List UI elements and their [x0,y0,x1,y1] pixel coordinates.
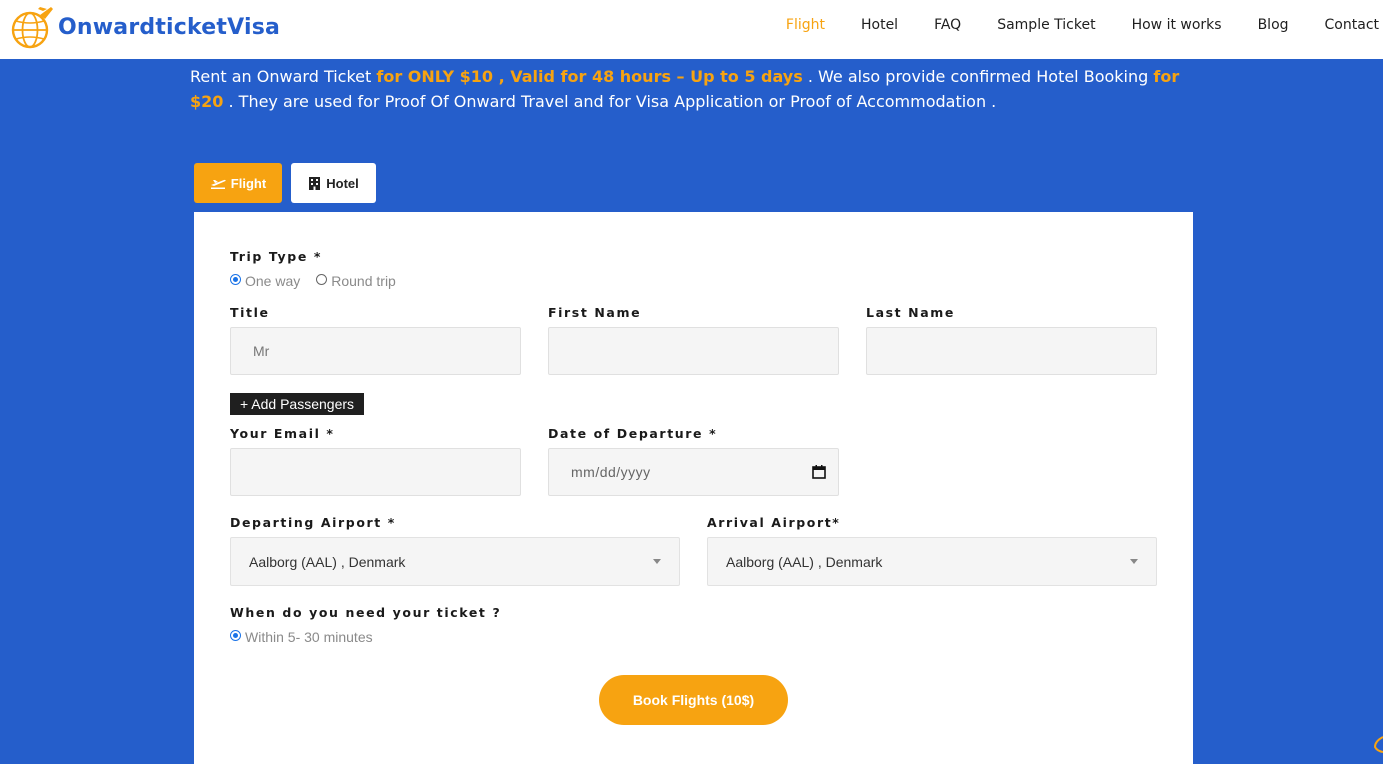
title-value: Mr [253,343,270,359]
nav-item-how-it-works[interactable]: How it works [1132,17,1222,33]
nav-item-blog[interactable]: Blog [1258,17,1289,33]
tab-hotel-label: Hotel [326,175,359,191]
nav-item-hotel[interactable]: Hotel [861,17,898,33]
tab-flight-label: Flight [230,175,267,191]
site-header: OnwardticketVisa Flight Hotel FAQ Sample… [0,0,1383,59]
intro-part: . They are used for Proof Of Onward Trav… [223,92,997,111]
departing-airport-select[interactable]: Aalborg (AAL) , Denmark [230,537,680,586]
globe-plane-logo-icon [11,7,53,49]
nav-item-sample-ticket[interactable]: Sample Ticket [997,17,1095,33]
ticket-timing-label: When do you need your ticket ? [230,605,502,620]
intro-part: . We also provide confirmed Hotel Bookin… [802,67,1154,86]
arrival-airport-label: Arrival Airport* [707,515,841,530]
add-passengers-button[interactable]: + Add Passengers [230,393,365,415]
nav-item-flight[interactable]: Flight [786,17,825,33]
logo[interactable]: OnwardticketVisa [10,5,280,49]
trip-type-options: One way Round trip [230,273,412,289]
calendar-icon[interactable] [812,465,826,479]
last-name-label: Last Name [866,305,955,320]
book-flights-button[interactable]: Book Flights (10$) [599,675,788,725]
departure-date-label: Date of Departure * [548,426,718,441]
plane-icon [210,179,226,189]
title-label: Title [230,305,270,320]
arrival-airport-value: Aalborg (AAL) , Denmark [726,553,883,570]
last-name-input[interactable] [866,327,1157,375]
nav-item-faq[interactable]: FAQ [934,17,961,33]
logo-text: OnwardticketVisa [58,14,281,40]
chevron-down-icon [653,559,661,564]
intro-part: Rent an Onward Ticket [190,67,377,86]
trip-round-trip-label[interactable]: Round trip [331,273,396,289]
tab-flight[interactable]: Flight [194,163,282,203]
trip-round-trip-radio[interactable] [316,273,328,285]
title-select[interactable]: Mr [230,327,521,375]
hotel-icon [309,176,321,190]
email-label: Your Email * [230,426,335,441]
timing-5-30-radio[interactable] [230,629,241,641]
booking-form: Trip Type * One way Round trip Title Mr … [194,212,1193,764]
arrival-airport-select[interactable]: Aalborg (AAL) , Denmark [707,537,1157,586]
nav-item-contact[interactable]: Contact [1325,17,1379,33]
intro-text: Rent an Onward Ticket for ONLY $10 , Val… [190,64,1200,114]
intro-highlight-price: for ONLY $10 , Valid for 48 hours – Up t… [376,67,803,86]
departing-airport-value: Aalborg (AAL) , Denmark [249,553,406,570]
departing-airport-label: Departing Airport * [230,515,396,530]
ticket-timing-options: Within 5- 30 minutes [230,629,389,645]
date-placeholder: mm/dd/yyyy [571,464,651,480]
chevron-down-icon [1130,559,1138,564]
main-nav: Flight Hotel FAQ Sample Ticket How it wo… [786,0,1383,49]
departure-date-input[interactable]: mm/dd/yyyy [548,448,839,496]
first-name-input[interactable] [548,327,839,375]
first-name-label: First Name [548,305,642,320]
trip-one-way-radio[interactable] [230,273,241,285]
chat-widget-icon[interactable] [1373,735,1383,753]
tab-hotel[interactable]: Hotel [291,163,376,203]
trip-one-way-label[interactable]: One way [245,273,300,289]
timing-5-30-label[interactable]: Within 5- 30 minutes [245,629,373,645]
trip-type-label: Trip Type * [230,249,323,264]
email-input[interactable] [230,448,521,496]
